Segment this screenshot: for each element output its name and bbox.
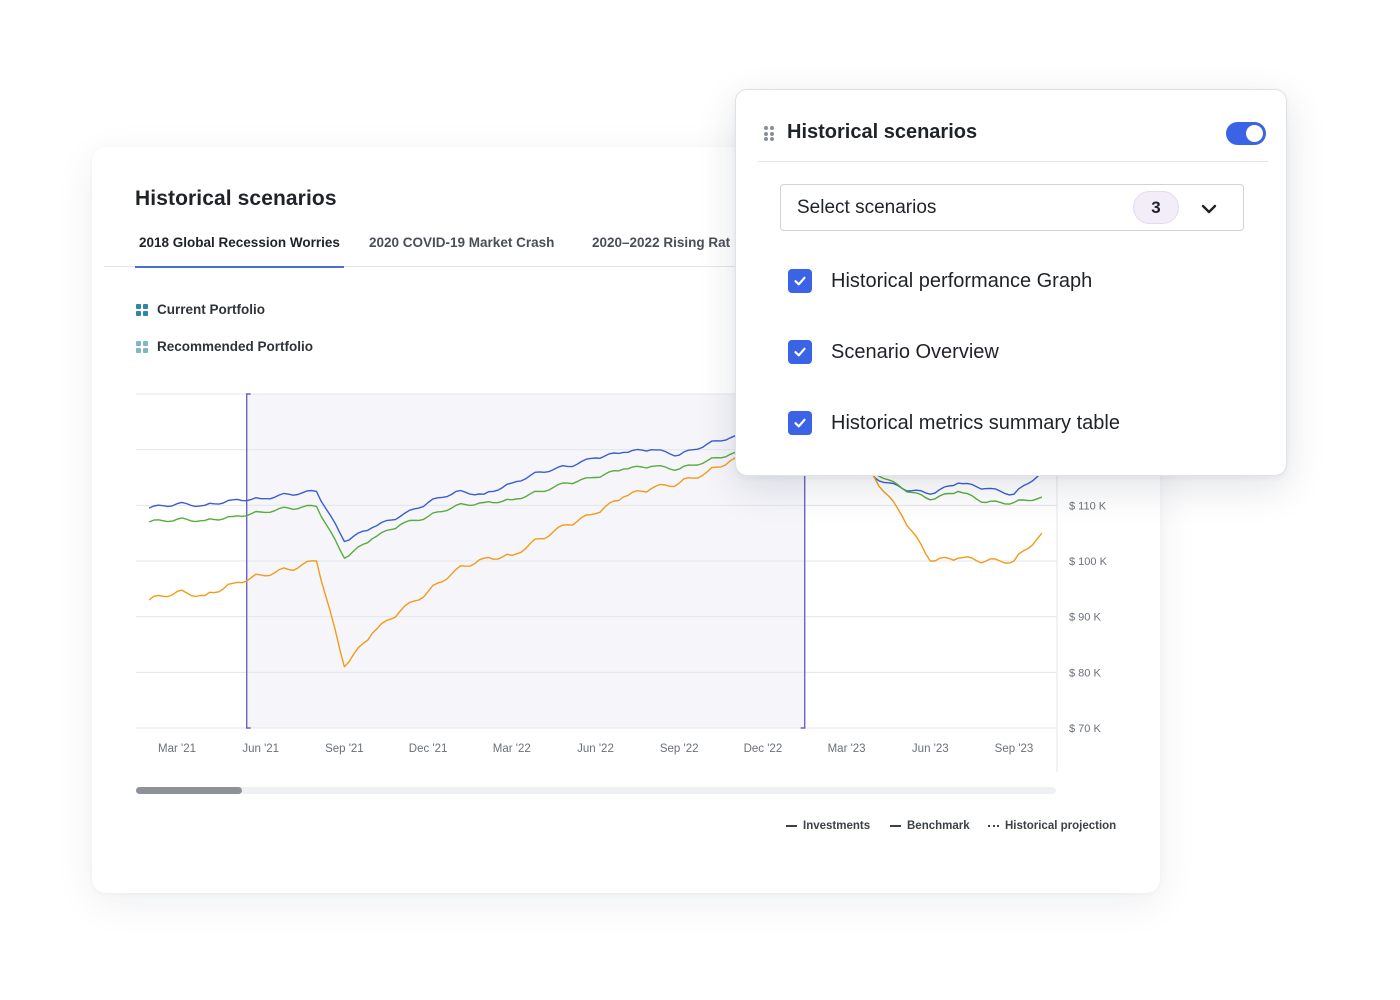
option-label: Scenario Overview [831, 340, 999, 363]
x-tick-label: Jun '21 [242, 743, 279, 755]
legend-benchmark: Benchmark [890, 820, 970, 832]
divider [758, 161, 1268, 162]
x-tick-label: Jun '23 [912, 743, 949, 755]
checkbox-checked-icon[interactable] [788, 340, 812, 364]
legend-historical-projection: Historical projection [988, 820, 1116, 832]
checkbox-checked-icon[interactable] [788, 269, 812, 293]
x-tick-label: Mar '22 [493, 743, 531, 755]
y-tick-label: $ 110 K [1069, 500, 1107, 512]
option-historical-metrics-summary-table[interactable]: Historical metrics summary table [788, 411, 1120, 435]
legend-investments: Investments [786, 820, 870, 832]
popup-title: Historical scenarios [787, 121, 978, 143]
option-scenario-overview[interactable]: Scenario Overview [788, 340, 999, 364]
option-label: Historical performance Graph [831, 269, 1093, 292]
checkbox-checked-icon[interactable] [788, 411, 812, 435]
drag-handle-icon[interactable] [764, 126, 774, 141]
selected-count-badge: 3 [1133, 191, 1179, 224]
y-tick-label: $ 80 K [1069, 667, 1101, 679]
y-tick-label: $ 90 K [1069, 612, 1101, 624]
x-tick-label: Dec '21 [409, 743, 448, 755]
select-scenarios-dropdown[interactable]: Select scenarios 3 [780, 184, 1244, 231]
x-tick-label: Jun '22 [577, 743, 614, 755]
toggle-knob [1246, 125, 1263, 142]
x-tick-label: Sep '23 [995, 743, 1034, 755]
x-tick-label: Mar '23 [828, 743, 866, 755]
section-toggle[interactable] [1226, 122, 1266, 145]
chevron-down-icon [1201, 204, 1217, 214]
historical-scenarios-settings-popup: Historical scenarios Select scenarios 3 … [735, 89, 1287, 476]
solid-line-icon [786, 825, 797, 827]
option-historical-performance-graph[interactable]: Historical performance Graph [788, 269, 1092, 293]
x-tick-label: Mar '21 [158, 743, 196, 755]
chart-scrollbar[interactable] [136, 787, 1056, 794]
dashed-line-icon [890, 825, 901, 827]
dotted-line-icon [988, 825, 999, 827]
y-tick-label: $ 70 K [1069, 723, 1101, 735]
scrollbar-thumb[interactable] [136, 787, 242, 794]
x-tick-label: Sep '21 [325, 743, 364, 755]
x-tick-label: Dec '22 [744, 743, 783, 755]
option-label: Historical metrics summary table [831, 411, 1120, 434]
y-tick-label: $ 100 K [1069, 556, 1108, 568]
select-label: Select scenarios [797, 197, 937, 218]
x-tick-label: Sep '22 [660, 743, 699, 755]
